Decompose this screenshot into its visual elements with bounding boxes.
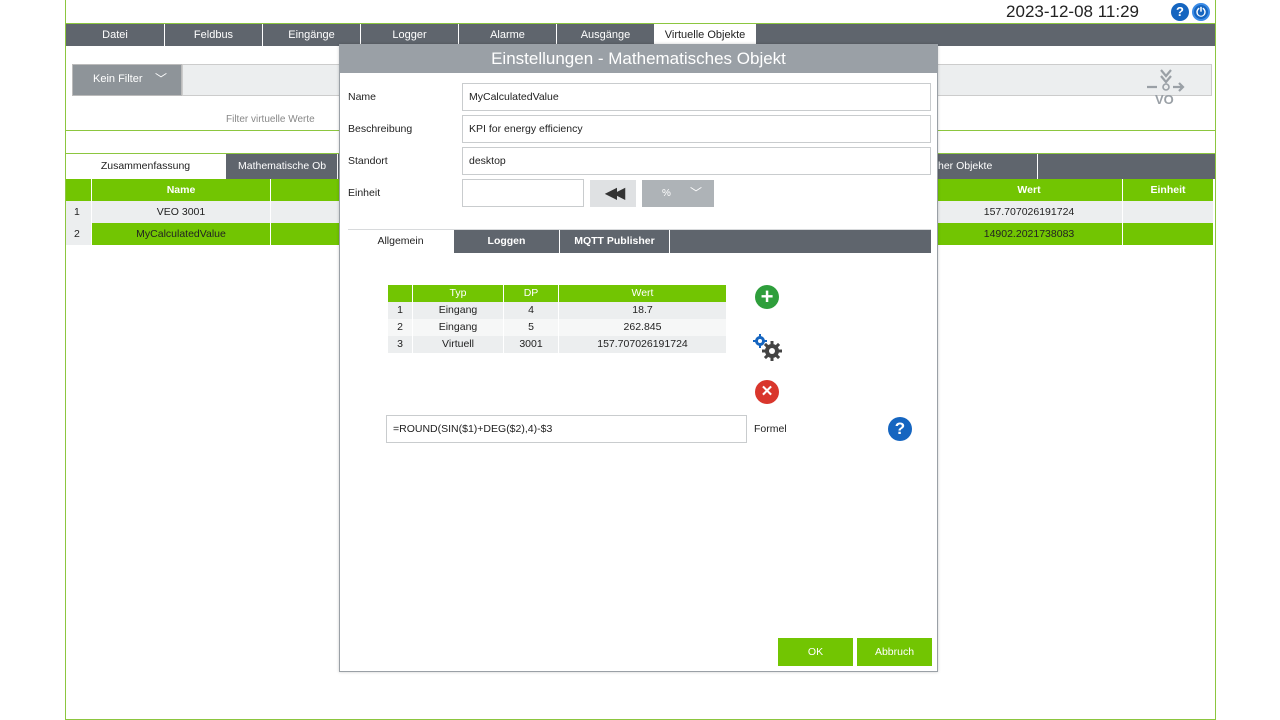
help-icon[interactable]: ? [888,417,912,441]
nav-alarme[interactable]: Alarme [459,24,557,46]
row-index: 2 [388,319,412,336]
row-name: MyCalculatedValue [92,223,270,245]
inputs-table-header: Typ DP Wert [388,285,726,302]
unit-select[interactable]: % ﹀ [642,180,714,207]
vo-logo-text: VO [1155,92,1174,107]
row-wert: 18.7 [559,302,726,319]
unit-select-value: % [662,188,671,199]
tab-allgemein[interactable]: Allgemein [348,230,454,253]
name-input[interactable]: MyCalculatedValue [462,83,931,111]
tab-mathematische-objekte[interactable]: Mathematische Ob [226,154,338,179]
row-wert: 157.707026191724 [559,336,726,353]
nav-ausgaenge[interactable]: Ausgänge [557,24,655,46]
row-index: 2 [66,223,91,245]
row-typ: Eingang [413,319,503,336]
close-icon: ✕ [760,383,774,400]
row-value: 14902.2021738083 [936,223,1122,245]
filter-select-label: Kein Filter [93,73,143,85]
row-unit [1123,201,1213,223]
settings-dialog: Einstellungen - Mathematisches Objekt Na… [339,44,938,672]
chevron-down-icon: ﹀ [154,72,167,86]
table-row[interactable]: 1 Eingang 4 18.7 [388,302,726,319]
delete-input-button[interactable]: ✕ [755,380,779,404]
column-header-wert[interactable]: Wert [936,179,1122,201]
row-typ: Eingang [413,302,503,319]
unit-label: Einheit [348,187,381,199]
column-header-einheit[interactable]: Einheit [1123,179,1213,201]
row-dp: 3001 [504,336,558,353]
row-unit [1123,223,1213,245]
column-header-wert: Wert [559,285,726,302]
help-icon[interactable]: ? [1171,3,1189,21]
nav-feldbus[interactable]: Feldbus [165,24,263,46]
tab-other-objects[interactable]: her Objekte [938,154,1038,179]
main-nav: Datei Feldbus Eingänge Logger Alarme Aus… [66,24,1215,46]
description-label: Beschreibung [348,123,413,135]
filter-select[interactable]: Kein Filter ﹀ [72,64,182,96]
formula-input[interactable]: =ROUND(SIN($1)+DEG($2),4)-$3 [386,415,747,443]
top-bar: 2023-12-08 11:29 ? ⏻ [66,0,1215,24]
row-index: 1 [66,201,91,223]
chevron-down-icon: ﹀ [689,186,702,200]
table-row[interactable]: 2 Eingang 5 262.845 [388,319,726,336]
unit-input[interactable] [462,179,584,207]
nav-virtuelle-objekte[interactable]: Virtuelle Objekte [655,24,756,46]
row-index: 3 [388,336,412,353]
virtual-objects-logo: VO [1141,66,1191,108]
inputs-table: Typ DP Wert 1 Eingang 4 18.7 2 Eingang 5… [388,285,726,353]
row-name: VEO 3001 [92,201,270,223]
name-label: Name [348,91,377,103]
tab-loggen[interactable]: Loggen [454,230,560,253]
nav-eingaenge[interactable]: Eingänge [263,24,361,46]
location-input[interactable]: desktop [462,147,931,175]
tab-zusammenfassung[interactable]: Zusammenfassung [66,154,226,179]
nav-datei[interactable]: Datei [66,24,165,46]
power-icon[interactable]: ⏻ [1192,3,1210,21]
row-dp: 5 [504,319,558,336]
gears-icon [753,334,782,361]
table-row[interactable]: 3 Virtuell 3001 157.707026191724 [388,336,726,353]
cancel-button[interactable]: Abbruch [857,638,932,666]
column-header-dp: DP [504,285,558,302]
tab-mqtt-publisher[interactable]: MQTT Publisher [560,230,670,253]
plus-icon: + [760,284,774,309]
row-value: 157.707026191724 [936,201,1122,223]
ok-button[interactable]: OK [778,638,853,666]
row-typ: Virtuell [413,336,503,353]
column-header-name[interactable]: Name [92,179,270,201]
dialog-tabs: Allgemein Loggen MQTT Publisher [348,229,931,253]
description-input[interactable]: KPI for energy efficiency [462,115,931,143]
column-header-typ: Typ [413,285,503,302]
row-wert: 262.845 [559,319,726,336]
formula-label: Formel [754,423,787,435]
filter-caption: Filter virtuelle Werte [226,114,315,125]
row-dp: 4 [504,302,558,319]
rewind-button[interactable]: ◀◀ [590,180,636,207]
add-input-button[interactable]: + [755,285,779,309]
row-index: 1 [388,302,412,319]
nav-logger[interactable]: Logger [361,24,459,46]
dialog-title: Einstellungen - Mathematisches Objekt [340,45,937,73]
rewind-icon: ◀◀ [604,185,626,202]
location-label: Standort [348,155,388,167]
configure-button[interactable] [751,333,785,363]
datetime-display: 2023-12-08 11:29 [1006,2,1139,21]
